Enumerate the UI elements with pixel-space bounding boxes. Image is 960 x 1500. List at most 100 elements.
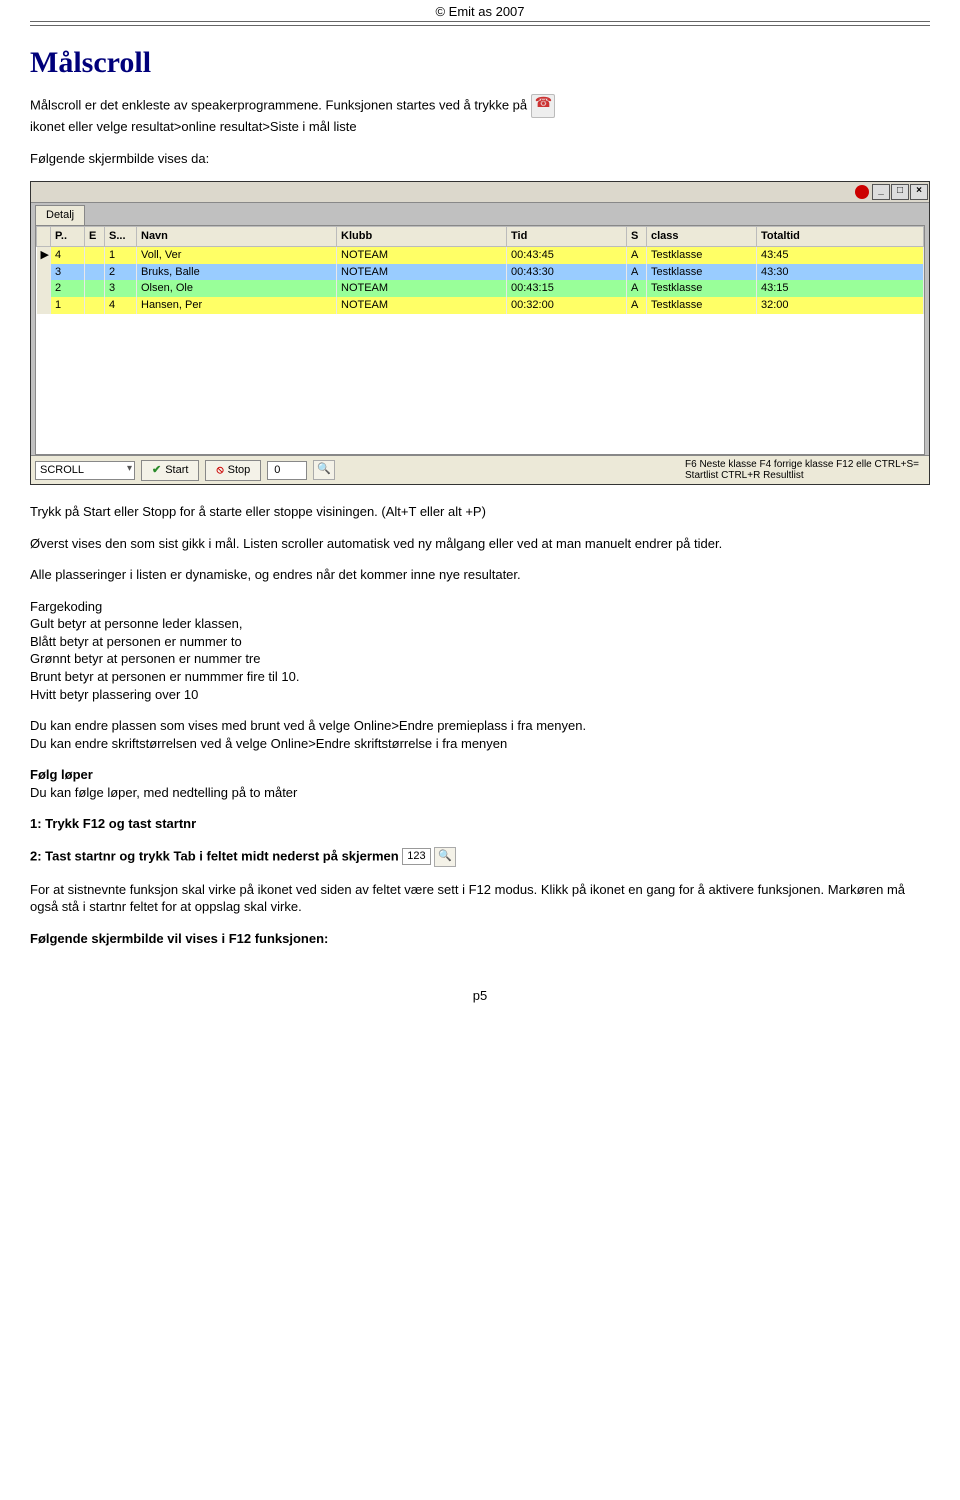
row-marker bbox=[37, 264, 51, 281]
col-klubb: Klubb bbox=[337, 226, 507, 246]
minimize-button[interactable]: _ bbox=[872, 184, 890, 200]
cell-totaltid: 43:45 bbox=[757, 246, 924, 263]
cell-tid: 00:43:45 bbox=[507, 246, 627, 263]
cell-e bbox=[85, 264, 105, 281]
folg-heading: Følg løper bbox=[30, 767, 93, 782]
table-row[interactable]: ▶ 4 1 Voll, Ver NOTEAM 00:43:45 A Testkl… bbox=[37, 246, 924, 263]
telephone-icon bbox=[531, 94, 555, 118]
p4b: Online>Endre premieplass bbox=[354, 718, 508, 733]
start-button[interactable]: ✔ Start bbox=[141, 460, 199, 481]
header-copyright: © Emit as 2007 bbox=[30, 0, 930, 21]
cell-class: Testklasse bbox=[647, 297, 757, 314]
cell-s: 2 bbox=[105, 264, 137, 281]
start-label: Start bbox=[165, 463, 188, 478]
cell-tid: 00:32:00 bbox=[507, 297, 627, 314]
cell-navn: Voll, Ver bbox=[137, 246, 337, 263]
final-heading: Følgende skjermbilde vil vises i F12 fun… bbox=[30, 930, 930, 948]
stop-icon: ⦸ bbox=[216, 463, 223, 478]
color-green: Grønnt betyr at personen er nummer tre bbox=[30, 651, 260, 666]
cell-s: 1 bbox=[105, 246, 137, 263]
p4a: Du kan endre plassen som vises med brunt… bbox=[30, 718, 354, 733]
cell-p: 2 bbox=[51, 280, 85, 297]
cell-st: A bbox=[627, 264, 647, 281]
cell-totaltid: 43:30 bbox=[757, 264, 924, 281]
app-icon bbox=[855, 185, 869, 199]
row-marker bbox=[37, 280, 51, 297]
col-s: S... bbox=[105, 226, 137, 246]
lookup-icon[interactable]: 🔍 bbox=[313, 460, 335, 480]
cell-class: Testklasse bbox=[647, 280, 757, 297]
p5b: Online>Endre skriftstørrelse bbox=[271, 736, 432, 751]
cell-e bbox=[85, 297, 105, 314]
close-button[interactable]: × bbox=[910, 184, 928, 200]
col-p: P.. bbox=[51, 226, 85, 246]
cell-e bbox=[85, 246, 105, 263]
row-marker: ▶ bbox=[37, 246, 51, 263]
col-marker bbox=[37, 226, 51, 246]
table-row[interactable]: 2 3 Olsen, Ole NOTEAM 00:43:15 A Testkla… bbox=[37, 280, 924, 297]
cell-s: 3 bbox=[105, 280, 137, 297]
intro-paragraph-1: Målscroll er det enkleste av speakerprog… bbox=[30, 94, 930, 136]
col-e: E bbox=[85, 226, 105, 246]
fargekoding-heading: Fargekoding bbox=[30, 599, 102, 614]
grid-header-row: P.. E S... Navn Klubb Tid S class Totalt… bbox=[37, 226, 924, 246]
stop-label: Stop bbox=[228, 463, 251, 478]
mode-combo[interactable]: SCROLL bbox=[35, 461, 135, 480]
cell-tid: 00:43:30 bbox=[507, 264, 627, 281]
cell-totaltid: 32:00 bbox=[757, 297, 924, 314]
maximize-button[interactable]: □ bbox=[891, 184, 909, 200]
cell-navn: Bruks, Balle bbox=[137, 264, 337, 281]
statusbar: SCROLL ✔ Start ⦸ Stop 0 🔍 F6 Neste klass… bbox=[31, 455, 929, 484]
window-titlebar: _ □ × bbox=[31, 182, 929, 203]
paragraph-f12-note: For at sistnevnte funksjon skal virke på… bbox=[30, 881, 930, 916]
cell-klubb: NOTEAM bbox=[337, 297, 507, 314]
tab-detalj[interactable]: Detalj bbox=[35, 205, 85, 225]
cell-e bbox=[85, 280, 105, 297]
paragraph-premieplass: Du kan endre plassen som vises med brunt… bbox=[30, 717, 930, 752]
results-grid: P.. E S... Navn Klubb Tid S class Totalt… bbox=[35, 225, 925, 455]
grid-empty-area bbox=[36, 314, 924, 454]
color-brown: Brunt betyr at personen er nummmer fire … bbox=[30, 669, 300, 684]
table-row[interactable]: 3 2 Bruks, Balle NOTEAM 00:43:30 A Testk… bbox=[37, 264, 924, 281]
p5c: i fra menyen bbox=[432, 736, 507, 751]
cell-navn: Hansen, Per bbox=[137, 297, 337, 314]
stop-button[interactable]: ⦸ Stop bbox=[205, 460, 261, 481]
cell-klubb: NOTEAM bbox=[337, 246, 507, 263]
page-number: p5 bbox=[30, 987, 930, 1005]
cell-st: A bbox=[627, 297, 647, 314]
folg-loper-block: Følg løper Du kan følge løper, med nedte… bbox=[30, 766, 930, 801]
cell-class: Testklasse bbox=[647, 264, 757, 281]
shortcut-hint: F6 Neste klasse F4 forrige klasse F12 el… bbox=[685, 459, 925, 481]
cell-klubb: NOTEAM bbox=[337, 280, 507, 297]
paragraph-alt-t: Trykk på Start eller Stopp for å starte … bbox=[30, 503, 930, 521]
folg-text: Du kan følge løper, med nedtelling på to… bbox=[30, 785, 297, 800]
cell-p: 4 bbox=[51, 246, 85, 263]
inline-startnr-field[interactable]: 123 bbox=[402, 848, 430, 865]
check-icon: ✔ bbox=[152, 463, 161, 478]
cell-st: A bbox=[627, 246, 647, 263]
col-class: class bbox=[647, 226, 757, 246]
inline-lookup-icon[interactable]: 🔍 bbox=[434, 847, 456, 867]
table-row[interactable]: 1 4 Hansen, Per NOTEAM 00:32:00 A Testkl… bbox=[37, 297, 924, 314]
color-yellow: Gult betyr at personne leder klassen, bbox=[30, 616, 242, 631]
col-navn: Navn bbox=[137, 226, 337, 246]
cell-klubb: NOTEAM bbox=[337, 264, 507, 281]
p4c: i fra menyen. bbox=[507, 718, 586, 733]
cell-totaltid: 43:15 bbox=[757, 280, 924, 297]
col-totaltid: Totaltid bbox=[757, 226, 924, 246]
intro-text-1b: ikonet eller velge resultat>online resul… bbox=[30, 119, 357, 134]
cell-p: 3 bbox=[51, 264, 85, 281]
paragraph-dynamic: Alle plasseringer i listen er dynamiske,… bbox=[30, 566, 930, 584]
color-blue: Blått betyr at personen er nummer to bbox=[30, 634, 242, 649]
cell-st: A bbox=[627, 280, 647, 297]
cell-p: 1 bbox=[51, 297, 85, 314]
screenshot-window: _ □ × Detalj P.. E S... bbox=[30, 181, 930, 485]
page-title: Målscroll bbox=[30, 46, 930, 80]
col-tid: Tid bbox=[507, 226, 627, 246]
cell-tid: 00:43:15 bbox=[507, 280, 627, 297]
cell-s: 4 bbox=[105, 297, 137, 314]
color-white: Hvitt betyr plassering over 10 bbox=[30, 687, 198, 702]
paragraph-scroll: Øverst vises den som sist gikk i mål. Li… bbox=[30, 535, 930, 553]
startnr-input[interactable]: 0 bbox=[267, 461, 307, 480]
header-divider bbox=[30, 21, 930, 26]
